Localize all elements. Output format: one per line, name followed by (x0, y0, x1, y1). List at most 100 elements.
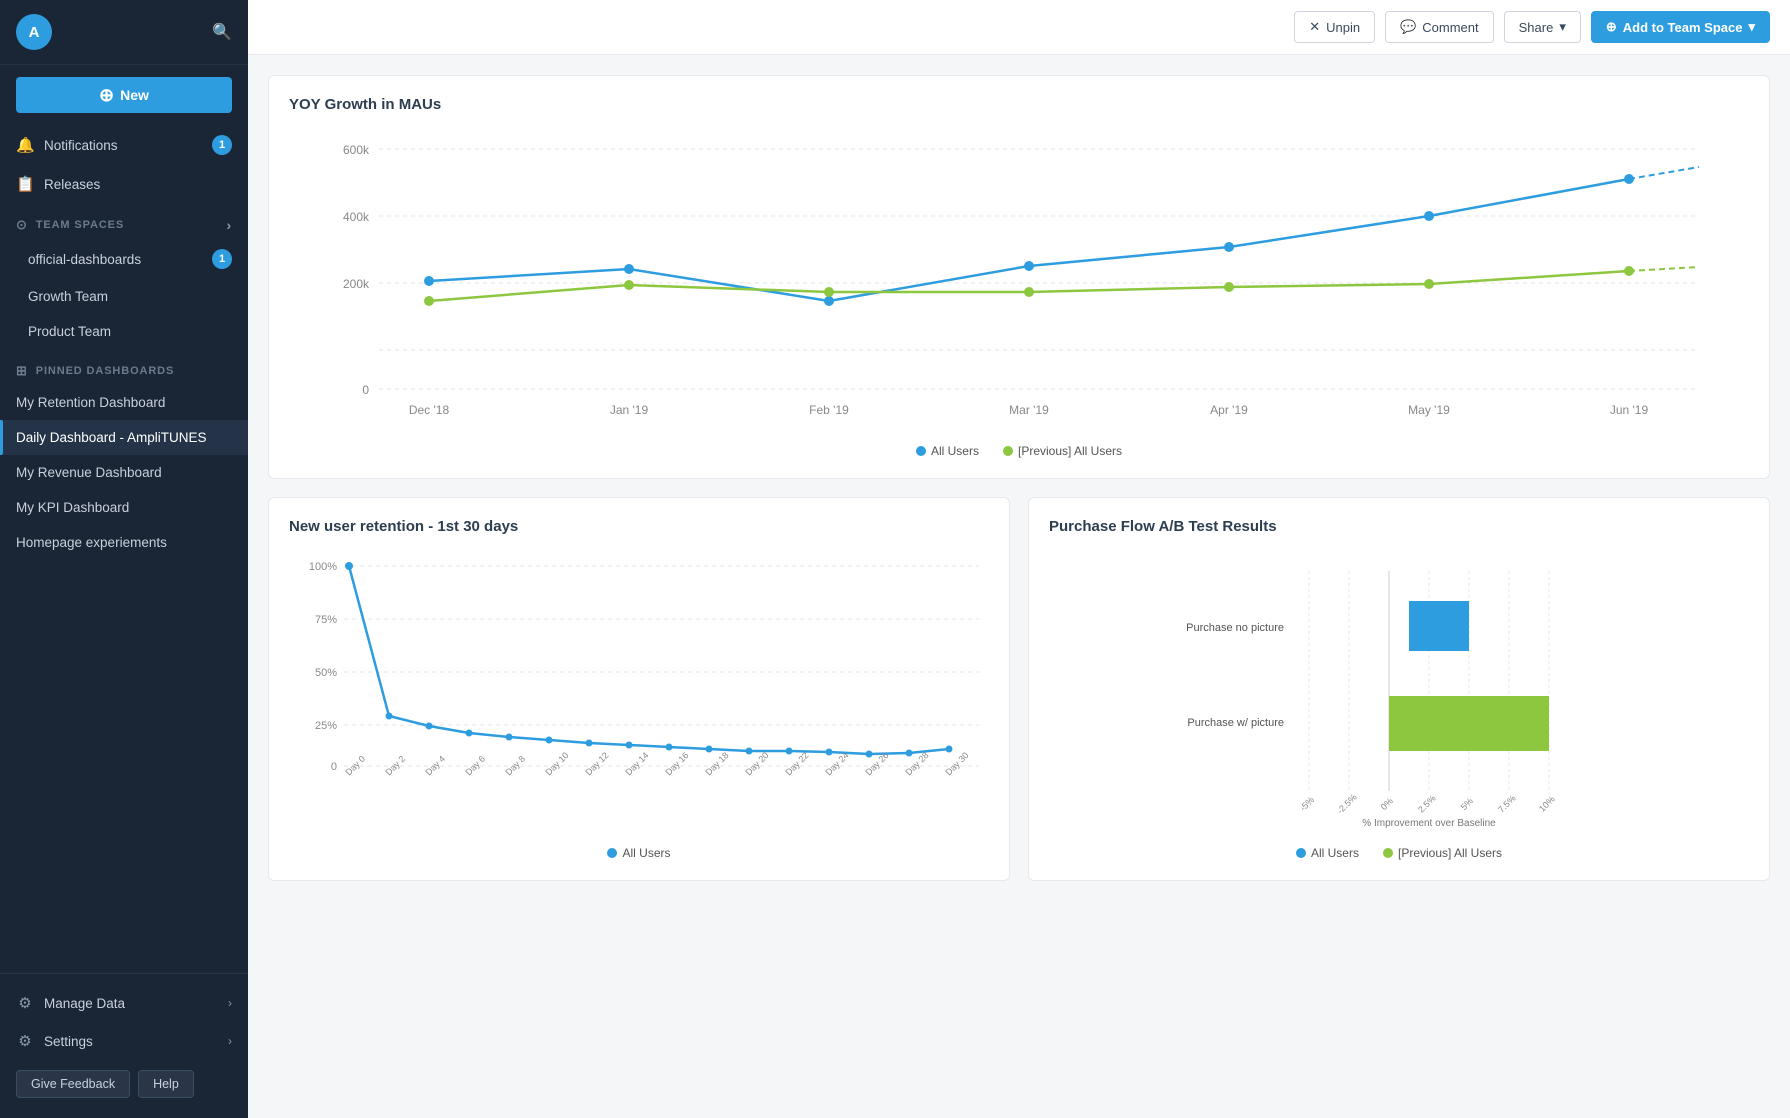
yoy-legend-all-users: All Users (916, 444, 979, 458)
unpin-button[interactable]: ✕ Unpin (1294, 11, 1375, 43)
svg-text:7.5%: 7.5% (1496, 793, 1518, 815)
svg-text:200k: 200k (343, 277, 370, 291)
svg-text:Day 18: Day 18 (703, 750, 730, 777)
svg-text:-5%: -5% (1298, 795, 1316, 813)
new-plus-icon: ⊕ (99, 86, 114, 104)
svg-text:May '19: May '19 (1408, 403, 1450, 417)
manage-data-label: Manage Data (44, 996, 125, 1011)
sidebar-item-homepage[interactable]: Homepage experiements (0, 525, 248, 560)
notifications-badge: 1 (212, 135, 232, 155)
svg-text:-2.5%: -2.5% (1335, 792, 1359, 816)
svg-text:5%: 5% (1459, 796, 1475, 812)
ab-legend: All Users [Previous] All Users (1049, 846, 1749, 860)
notifications-label: Notifications (44, 138, 118, 153)
unpin-label: Unpin (1326, 20, 1360, 35)
sidebar-item-official-dashboards[interactable]: official-dashboards 1 (0, 239, 248, 279)
sidebar-item-growth-team[interactable]: Growth Team (0, 279, 248, 314)
share-label: Share (1519, 20, 1554, 35)
sidebar-item-settings[interactable]: ⚙ Settings › (0, 1022, 248, 1060)
product-team-label: Product Team (28, 324, 111, 339)
notifications-icon: 🔔 (16, 136, 34, 154)
comment-icon: 💬 (1400, 19, 1416, 35)
retention-chart-svg: 100% 75% 50% 25% 0 (289, 551, 989, 831)
main: ✕ Unpin 💬 Comment Share ▾ ⊕ Add to Team … (248, 0, 1790, 1118)
comment-button[interactable]: 💬 Comment (1385, 11, 1494, 43)
sidebar-item-my-kpi[interactable]: My KPI Dashboard (0, 490, 248, 525)
svg-text:Day 14: Day 14 (623, 750, 650, 777)
svg-text:Day 22: Day 22 (783, 750, 810, 777)
settings-icon: ⚙ (16, 1032, 34, 1050)
sidebar-item-product-team[interactable]: Product Team (0, 314, 248, 349)
comment-label: Comment (1422, 20, 1478, 35)
sidebar-item-daily-dashboard[interactable]: Daily Dashboard - AmpliTUNES (0, 420, 248, 455)
my-revenue-label: My Revenue Dashboard (16, 465, 162, 480)
sidebar-item-notifications[interactable]: 🔔 Notifications 1 (0, 125, 248, 165)
yoy-legend-previous: [Previous] All Users (1003, 444, 1122, 458)
official-dashboards-label: official-dashboards (28, 252, 141, 267)
help-button[interactable]: Help (138, 1070, 194, 1098)
search-icon[interactable]: 🔍 (212, 22, 232, 42)
svg-text:2.5%: 2.5% (1416, 793, 1438, 815)
give-feedback-button[interactable]: Give Feedback (16, 1070, 130, 1098)
logo[interactable]: A (16, 14, 52, 50)
manage-data-icon: ⚙ (16, 994, 34, 1012)
ab-legend-previous: [Previous] All Users (1383, 846, 1502, 860)
ab-chart-svg: Purchase no picture Purchase w/ picture (1049, 551, 1749, 831)
yoy-chart-svg: 600k 400k 200k 0 Dec '18 Jan '19 Feb '19… (289, 129, 1749, 429)
yoy-legend: All Users [Previous] All Users (289, 444, 1749, 458)
ab-legend-all-users: All Users (1296, 846, 1359, 860)
new-button[interactable]: ⊕ New (16, 77, 232, 113)
svg-text:% Improvement over Baseline: % Improvement over Baseline (1362, 818, 1496, 829)
content-area: YOY Growth in MAUs 600k 400k 200k 0 Dec … (248, 55, 1790, 1118)
sidebar: A 🔍 ⊕ New 🔔 Notifications 1 📋 Releases ⊙… (0, 0, 248, 1118)
add-to-team-space-label: Add to Team Space (1623, 20, 1743, 35)
svg-text:Feb '19: Feb '19 (809, 403, 849, 417)
add-to-team-space-button[interactable]: ⊕ Add to Team Space ▾ (1591, 11, 1770, 43)
svg-text:0: 0 (331, 761, 337, 773)
svg-text:600k: 600k (343, 143, 370, 157)
sidebar-item-releases[interactable]: 📋 Releases (0, 165, 248, 203)
share-button[interactable]: Share ▾ (1504, 11, 1581, 43)
retention-legend-all-users: All Users (607, 846, 670, 860)
svg-text:50%: 50% (315, 667, 337, 679)
sidebar-item-my-retention[interactable]: My Retention Dashboard (0, 385, 248, 420)
ab-chart-title: Purchase Flow A/B Test Results (1049, 518, 1749, 535)
my-retention-label: My Retention Dashboard (16, 395, 165, 410)
yoy-previous-dot (1003, 446, 1013, 456)
svg-text:Jan '19: Jan '19 (610, 403, 649, 417)
new-button-label: New (120, 87, 149, 103)
releases-icon: 📋 (16, 175, 34, 193)
team-spaces-header: ⊙ TEAM SPACES › (0, 203, 248, 239)
ab-no-picture-label: Purchase no picture (1186, 622, 1284, 634)
svg-text:75%: 75% (315, 614, 337, 626)
releases-label: Releases (44, 177, 100, 192)
team-spaces-chevron-icon[interactable]: › (226, 217, 232, 233)
svg-text:Jun '19: Jun '19 (1610, 403, 1649, 417)
settings-chevron-icon: › (228, 1034, 232, 1048)
team-spaces-icon: ⊙ (16, 217, 28, 233)
svg-text:0%: 0% (1379, 796, 1395, 812)
daily-dashboard-label: Daily Dashboard - AmpliTUNES (16, 430, 207, 445)
retention-all-users-text: All Users (622, 846, 670, 860)
svg-text:10%: 10% (1537, 794, 1557, 814)
ab-all-users-text: All Users (1311, 846, 1359, 860)
sidebar-header: A 🔍 (0, 0, 248, 65)
retention-all-users-dot (607, 848, 617, 858)
pinned-dashboards-header: ⊞ PINNED DASHBOARDS (0, 349, 248, 385)
manage-data-chevron-icon: › (228, 996, 232, 1010)
svg-text:25%: 25% (315, 720, 337, 732)
yoy-chart-card: YOY Growth in MAUs 600k 400k 200k 0 Dec … (268, 75, 1770, 479)
svg-text:Day 30: Day 30 (943, 750, 970, 777)
sidebar-item-my-revenue[interactable]: My Revenue Dashboard (0, 455, 248, 490)
logo-text: A (29, 24, 40, 41)
sidebar-item-manage-data[interactable]: ⚙ Manage Data › (0, 984, 248, 1022)
svg-text:400k: 400k (343, 210, 370, 224)
topbar: ✕ Unpin 💬 Comment Share ▾ ⊕ Add to Team … (248, 0, 1790, 55)
sidebar-bottom-actions: Give Feedback Help (0, 1060, 248, 1108)
homepage-label: Homepage experiements (16, 535, 167, 550)
pinned-header-text: PINNED DASHBOARDS (36, 365, 174, 377)
yoy-all-users-text: All Users (931, 444, 979, 458)
add-icon: ⊕ (1606, 19, 1617, 35)
share-chevron-icon: ▾ (1559, 19, 1566, 35)
svg-text:Day 20: Day 20 (743, 750, 770, 777)
